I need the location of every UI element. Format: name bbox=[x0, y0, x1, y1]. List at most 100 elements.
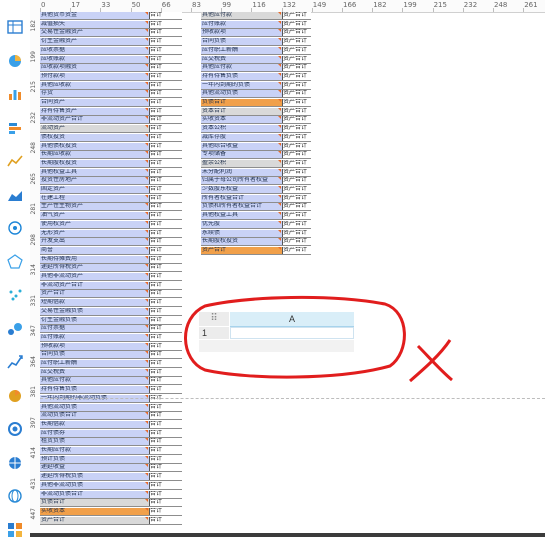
row-value-cell[interactable]: 资产合计 bbox=[282, 186, 313, 193]
sheet-row[interactable]: 债权投资 合计 bbox=[40, 133, 182, 142]
row-value-cell[interactable]: 合计 bbox=[149, 290, 180, 297]
row-label-cell[interactable]: 非流动资产合计 bbox=[40, 281, 150, 289]
row-label-cell[interactable]: 非流动负债合计 bbox=[40, 490, 150, 498]
row-label-cell[interactable]: 合同负债 bbox=[201, 38, 283, 46]
row-value-cell[interactable]: 合计 bbox=[149, 203, 180, 210]
row-label-cell[interactable]: 其他综合收益 bbox=[201, 142, 283, 150]
row-label-cell[interactable]: 交易性金融负债 bbox=[40, 307, 150, 315]
row-value-cell[interactable]: 合计 bbox=[149, 369, 180, 376]
row-label-cell[interactable]: 永续债 bbox=[201, 229, 283, 237]
row-label-cell[interactable]: 无形资产 bbox=[40, 229, 150, 237]
row-label-cell[interactable]: 长期应付款 bbox=[40, 447, 150, 454]
sheet-row[interactable]: 其他应付款 合计 bbox=[40, 377, 182, 386]
row-label-cell[interactable]: 流动资产 bbox=[40, 125, 150, 133]
row-value-cell[interactable]: 资产合计 bbox=[282, 230, 313, 237]
row-label-cell[interactable]: 所有者权益合计 bbox=[201, 194, 283, 202]
row-value-cell[interactable]: 合计 bbox=[149, 386, 180, 393]
sheet-row[interactable]: 盈余公积 资产合计 bbox=[201, 159, 313, 168]
network-chart-icon[interactable] bbox=[7, 321, 23, 337]
row-value-cell[interactable]: 合计 bbox=[149, 282, 180, 289]
row-value-cell[interactable]: 合计 bbox=[149, 412, 180, 419]
row-value-cell[interactable]: 合计 bbox=[149, 247, 180, 254]
row-value-cell[interactable]: 资产合计 bbox=[282, 116, 313, 123]
bubble-chart-icon[interactable] bbox=[7, 287, 23, 303]
drag-handle-icon[interactable]: ⠿ bbox=[199, 312, 229, 326]
sheet-row[interactable]: 存货 合计 bbox=[40, 90, 182, 99]
row-label-cell[interactable]: 合同负债 bbox=[40, 351, 150, 359]
row-value-cell[interactable]: 合计 bbox=[149, 29, 180, 36]
sheet-row[interactable]: 合同负债 合计 bbox=[40, 351, 182, 360]
row-label-cell[interactable]: 应收账款 bbox=[40, 55, 150, 63]
row-value-cell[interactable]: 合计 bbox=[149, 143, 180, 150]
sheet-row[interactable]: 其他非流动负债 合计 bbox=[40, 481, 182, 490]
row-value-cell[interactable]: 资产合计 bbox=[282, 12, 313, 19]
row-label-cell[interactable]: 递延收益 bbox=[40, 464, 150, 472]
row-label-cell[interactable]: 持有待售负债 bbox=[40, 386, 150, 394]
sheet-row[interactable]: 一年内到期的负债 资产合计 bbox=[201, 81, 311, 90]
sheet-row[interactable]: 预收款项 合计 bbox=[40, 342, 182, 351]
row-label-cell[interactable]: 资产合计 bbox=[40, 516, 150, 524]
sheet-row[interactable]: 非流动负债合计 合计 bbox=[40, 490, 182, 499]
row-label-cell[interactable]: 债权投资 bbox=[40, 133, 150, 141]
row-value-cell[interactable]: 资产合计 bbox=[282, 29, 313, 36]
sheet-row[interactable]: 其他流动负债 资产合计 bbox=[201, 90, 311, 99]
row-label-cell[interactable]: 应付职工薪酬 bbox=[40, 360, 150, 367]
sheet-row[interactable]: 递延收益 合计 bbox=[40, 464, 182, 473]
sheet-row[interactable]: 其他应付款 资产合计 bbox=[201, 64, 311, 73]
sheet-row[interactable]: 非流动资产合计 合计 bbox=[40, 281, 182, 290]
sheet-row[interactable]: 其他综合收益 资产合计 bbox=[201, 142, 311, 151]
row-value-cell[interactable]: 合计 bbox=[149, 125, 180, 132]
sheet-row[interactable]: 未分配利润 资产合计 bbox=[201, 168, 311, 177]
row-value-cell[interactable]: 资产合计 bbox=[282, 203, 313, 210]
sheet-row[interactable]: 预收款项 资产合计 bbox=[201, 29, 313, 38]
row-value-cell[interactable]: 合计 bbox=[149, 73, 180, 80]
row-value-cell[interactable]: 资产合计 bbox=[282, 212, 313, 219]
column-header-a[interactable]: A bbox=[230, 312, 354, 328]
row-label-cell[interactable]: 生产性生物资产 bbox=[40, 203, 150, 211]
row-label-cell[interactable]: 预付款项 bbox=[40, 72, 150, 80]
sheet-row[interactable]: 其他债权投资 合计 bbox=[40, 142, 182, 151]
row-value-cell[interactable]: 合计 bbox=[149, 438, 180, 445]
sheet-row[interactable]: 应付职工薪酬 资产合计 bbox=[201, 46, 313, 55]
line-chart-icon[interactable] bbox=[7, 153, 23, 169]
row-label-cell[interactable]: 其他权益工具 bbox=[40, 168, 150, 176]
row-value-cell[interactable]: 资产合计 bbox=[282, 160, 313, 167]
row-value-cell[interactable]: 资产合计 bbox=[282, 221, 313, 228]
sheet-row[interactable]: 投资性房地产 合计 bbox=[40, 177, 182, 186]
row-value-cell[interactable]: 合计 bbox=[149, 343, 180, 350]
row-value-cell[interactable]: 合计 bbox=[149, 377, 180, 384]
sheet-row[interactable]: 应收款项融资 合计 bbox=[40, 64, 182, 73]
horizontal-bar-icon[interactable] bbox=[7, 120, 23, 136]
row-label-cell[interactable]: 未分配利润 bbox=[201, 168, 283, 176]
row-label-cell[interactable]: 一年内到期的负债 bbox=[201, 81, 283, 89]
row-value-cell[interactable]: 资产合计 bbox=[282, 238, 313, 245]
row-label-cell[interactable]: 实收资本 bbox=[40, 507, 150, 515]
row-label-cell[interactable]: 负债和所有者权益合计 bbox=[201, 203, 283, 211]
row-value-cell[interactable]: 合计 bbox=[149, 317, 180, 324]
sheet-row[interactable]: 其他权益工具 合计 bbox=[40, 168, 182, 177]
row-label-cell[interactable]: 交易性金融资产 bbox=[40, 29, 150, 37]
sheet-row[interactable]: 衍生金融负债 合计 bbox=[40, 316, 182, 325]
row-label-cell[interactable]: 其他流动负债 bbox=[201, 90, 283, 98]
row-label-cell[interactable]: 应收款项融资 bbox=[40, 64, 150, 72]
sheet-row[interactable]: 归属于母公司所有者权益 资产合计 bbox=[201, 177, 311, 186]
row-label-cell[interactable]: 优先股 bbox=[201, 220, 283, 228]
row-label-cell[interactable]: 盈余公积 bbox=[201, 159, 283, 167]
row-label-cell[interactable]: 其他货币资金 bbox=[40, 12, 150, 19]
row-value-cell[interactable]: 合计 bbox=[149, 351, 180, 358]
row-value-cell[interactable]: 资产合计 bbox=[282, 47, 313, 54]
row-value-cell[interactable]: 合计 bbox=[149, 212, 180, 219]
sheet-row[interactable]: 长期应收款 合计 bbox=[40, 151, 182, 160]
sheet-row[interactable]: 永续债 资产合计 bbox=[201, 229, 313, 238]
row-value-cell[interactable]: 合计 bbox=[149, 325, 180, 332]
row-value-cell[interactable]: 合计 bbox=[149, 56, 180, 63]
sheet-row[interactable]: 其他货币资金 合计 bbox=[40, 12, 182, 20]
row-label-cell[interactable]: 开发支出 bbox=[40, 238, 150, 246]
sheet-row[interactable]: 应付账款 合计 bbox=[40, 333, 182, 342]
cell-a1[interactable] bbox=[230, 327, 354, 339]
sheet-row[interactable]: 使用权资产 合计 bbox=[40, 220, 182, 229]
row-value-cell[interactable]: 合计 bbox=[149, 482, 180, 489]
sheet-row[interactable]: 持有待售负债 合计 bbox=[40, 386, 182, 395]
sheet-row[interactable]: 优先股 资产合计 bbox=[201, 220, 313, 229]
row-value-cell[interactable]: 资产合计 bbox=[282, 38, 313, 45]
